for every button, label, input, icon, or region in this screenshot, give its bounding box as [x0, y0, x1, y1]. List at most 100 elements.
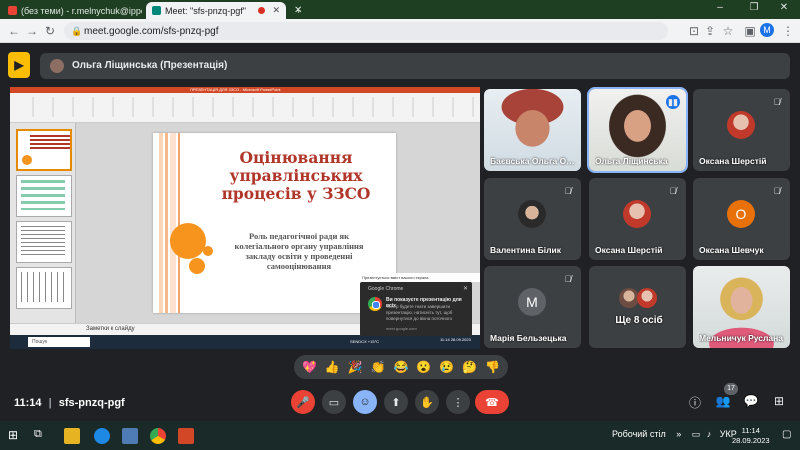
app-icon[interactable] [122, 428, 138, 444]
file-explorer-icon[interactable] [64, 428, 80, 444]
restore-window-icon[interactable]: ❐ [740, 2, 768, 13]
chat-icon[interactable]: 💬 [742, 394, 760, 408]
participant-tile[interactable]: М 🎙̸ Марія Бельзецька [484, 266, 581, 348]
forward-icon[interactable]: → [24, 23, 40, 39]
participant-avatar [619, 288, 639, 308]
thumbs-down-reaction-icon[interactable]: 👎 [485, 359, 500, 375]
tab-meet[interactable]: Meet: "sfs-pnzq-pgf" ✕ [146, 2, 286, 19]
leave-call-button[interactable]: ☎ [475, 390, 509, 414]
lock-icon: 🔒 [71, 26, 83, 36]
participant-tile[interactable]: О 🎙̸ Оксана Шевчук [693, 178, 790, 260]
shared-clock: 11:14 28.09.2023 [440, 337, 471, 342]
camera-toggle-button[interactable]: ▭ [322, 390, 346, 414]
chrome-notification[interactable]: Google Chrome Ви показуєте презентацію д… [360, 282, 472, 336]
reload-icon[interactable]: ↻ [42, 23, 58, 39]
desktop-label[interactable]: Робочий стіл [612, 429, 666, 439]
meeting-info: 11:14 | sfs-pnzq-pgf [14, 397, 125, 409]
slide-stripe [165, 133, 168, 313]
tray-arrow-icon[interactable]: » [676, 429, 681, 439]
participant-avatar: О [727, 200, 755, 228]
mic-off-icon: 🎙̸ [564, 274, 572, 284]
notifications-icon[interactable]: ▢ [782, 429, 791, 440]
meeting-time: 11:14 [14, 397, 42, 409]
browser-tab-strip: (без теми) - r.melnychuk@ippo… ✕ Meet: "… [0, 0, 800, 19]
participant-tile[interactable]: 🎙̸ Оксана Шерстій [693, 89, 790, 171]
heart-reaction-icon[interactable]: 💖 [302, 359, 317, 375]
thumbs-up-reaction-icon[interactable]: 👍 [325, 359, 340, 375]
system-clock[interactable]: 11:14 28.09.2023 [732, 426, 770, 446]
minimize-window-icon[interactable]: – [706, 2, 734, 13]
participant-tile[interactable]: 🎙̸ Валентина Білик [484, 178, 581, 260]
share-icon[interactable]: ⇪ [702, 23, 718, 39]
people-icon[interactable]: 👥 [714, 394, 732, 408]
participant-tile[interactable]: 🎙̸ Оксана Шерстій [589, 178, 686, 260]
slide-thumbnail[interactable] [16, 221, 72, 263]
participant-name: Оксана Шевчук [699, 245, 764, 255]
menu-kebab-icon[interactable]: ⋮ [780, 23, 796, 39]
back-icon[interactable]: ← [6, 23, 22, 39]
windows-start-icon[interactable]: ⊞ [8, 428, 24, 444]
volume-icon[interactable]: ♪ [707, 429, 712, 439]
thinking-reaction-icon[interactable]: 🤔 [462, 359, 477, 375]
participant-name: Мельничук Руслана [699, 333, 783, 343]
profile-initial: M [763, 25, 771, 35]
close-window-icon[interactable]: ✕ [770, 2, 798, 13]
shared-weather: SENDCX +15°С [350, 339, 379, 344]
notification-footer: meet.google.com [386, 326, 417, 331]
more-participants-tile[interactable]: Ще 8 осіб [589, 266, 686, 348]
participant-avatar [727, 111, 755, 139]
meet-call-area: ▶ Ольга Ліщинська (Презентація) ПРЕЗЕНТА… [0, 43, 800, 421]
recording-indicator-icon [258, 7, 266, 14]
slide-thumbnail[interactable] [16, 267, 72, 309]
participant-name: Оксана Шерстій [595, 245, 663, 255]
party-reaction-icon[interactable]: 🎉 [348, 359, 363, 375]
close-tab-icon[interactable]: ✕ [272, 5, 280, 16]
camera-permission-icon[interactable]: ⊡ [686, 23, 702, 39]
weather-text: SENDCX [350, 339, 367, 344]
slide-thumbnail[interactable] [16, 175, 72, 217]
profile-avatar[interactable]: M [760, 23, 774, 37]
task-view-icon[interactable]: ⧉ [34, 428, 50, 444]
mic-toggle-button[interactable]: 🎤 [291, 390, 315, 414]
url-text: meet.google.com/sfs-pnzq-pgf [84, 25, 219, 37]
activities-icon[interactable]: ⊞ [770, 394, 788, 408]
sad-reaction-icon[interactable]: 😢 [439, 359, 454, 375]
meeting-code: sfs-pnzq-pgf [58, 397, 125, 409]
reactions-bar: 💖 👍 🎉 👏 😂 😮 😢 🤔 👎 [294, 355, 508, 379]
more-options-button[interactable]: ⋮ [446, 390, 470, 414]
chrome-icon[interactable] [150, 428, 166, 444]
side-panel-icon[interactable]: ▣ [742, 23, 758, 39]
participant-tile[interactable]: Баєвська Ольга Олексі… [484, 89, 581, 171]
network-icon[interactable]: ▭ [692, 429, 701, 439]
close-notification-icon[interactable]: ✕ [463, 285, 468, 292]
laugh-reaction-icon[interactable]: 😂 [393, 359, 408, 375]
meeting-details-icon[interactable]: ⓘ [686, 394, 704, 411]
bookmark-star-icon[interactable]: ☆ [720, 23, 736, 39]
avatar-initial: О [735, 206, 747, 222]
participant-avatar [518, 200, 546, 228]
participant-avatar [623, 200, 651, 228]
present-button[interactable]: ⬆ [384, 390, 408, 414]
powerpoint-icon[interactable] [178, 428, 194, 444]
participant-tile[interactable]: ▮▮ Ольга Ліщинська [587, 87, 688, 173]
edge-icon[interactable] [94, 428, 110, 444]
participant-name: Баєвська Ольга Олексі… [490, 156, 578, 166]
system-tray: Робочий стіл » ▭ ♪ УКР [612, 429, 737, 440]
speaking-indicator-icon: ▮▮ [666, 95, 680, 109]
new-tab-button[interactable]: + [290, 2, 308, 19]
emoji-icon: ☺ [359, 396, 371, 408]
participant-tile[interactable]: Мельничук Руслана [693, 266, 790, 348]
slide-thumbnail[interactable] [16, 129, 72, 171]
camera-icon: ▭ [328, 396, 340, 409]
decor-circle [189, 258, 205, 274]
clap-reaction-icon[interactable]: 👏 [371, 359, 386, 375]
slide-title: Оцінювання управлінських процесів у ЗЗСО [221, 148, 371, 203]
presenter-avatar [50, 59, 64, 73]
tab-gmail[interactable]: (без теми) - r.melnychuk@ippo… ✕ [2, 2, 142, 19]
emoji-button[interactable]: ☺ [353, 390, 377, 414]
raise-hand-button[interactable]: ✋ [415, 390, 439, 414]
participant-name: Марія Бельзецька [490, 333, 567, 343]
decor-circle [203, 246, 213, 256]
address-bar[interactable]: 🔒 meet.google.com/sfs-pnzq-pgf [64, 22, 668, 40]
surprised-reaction-icon[interactable]: 😮 [416, 359, 431, 375]
